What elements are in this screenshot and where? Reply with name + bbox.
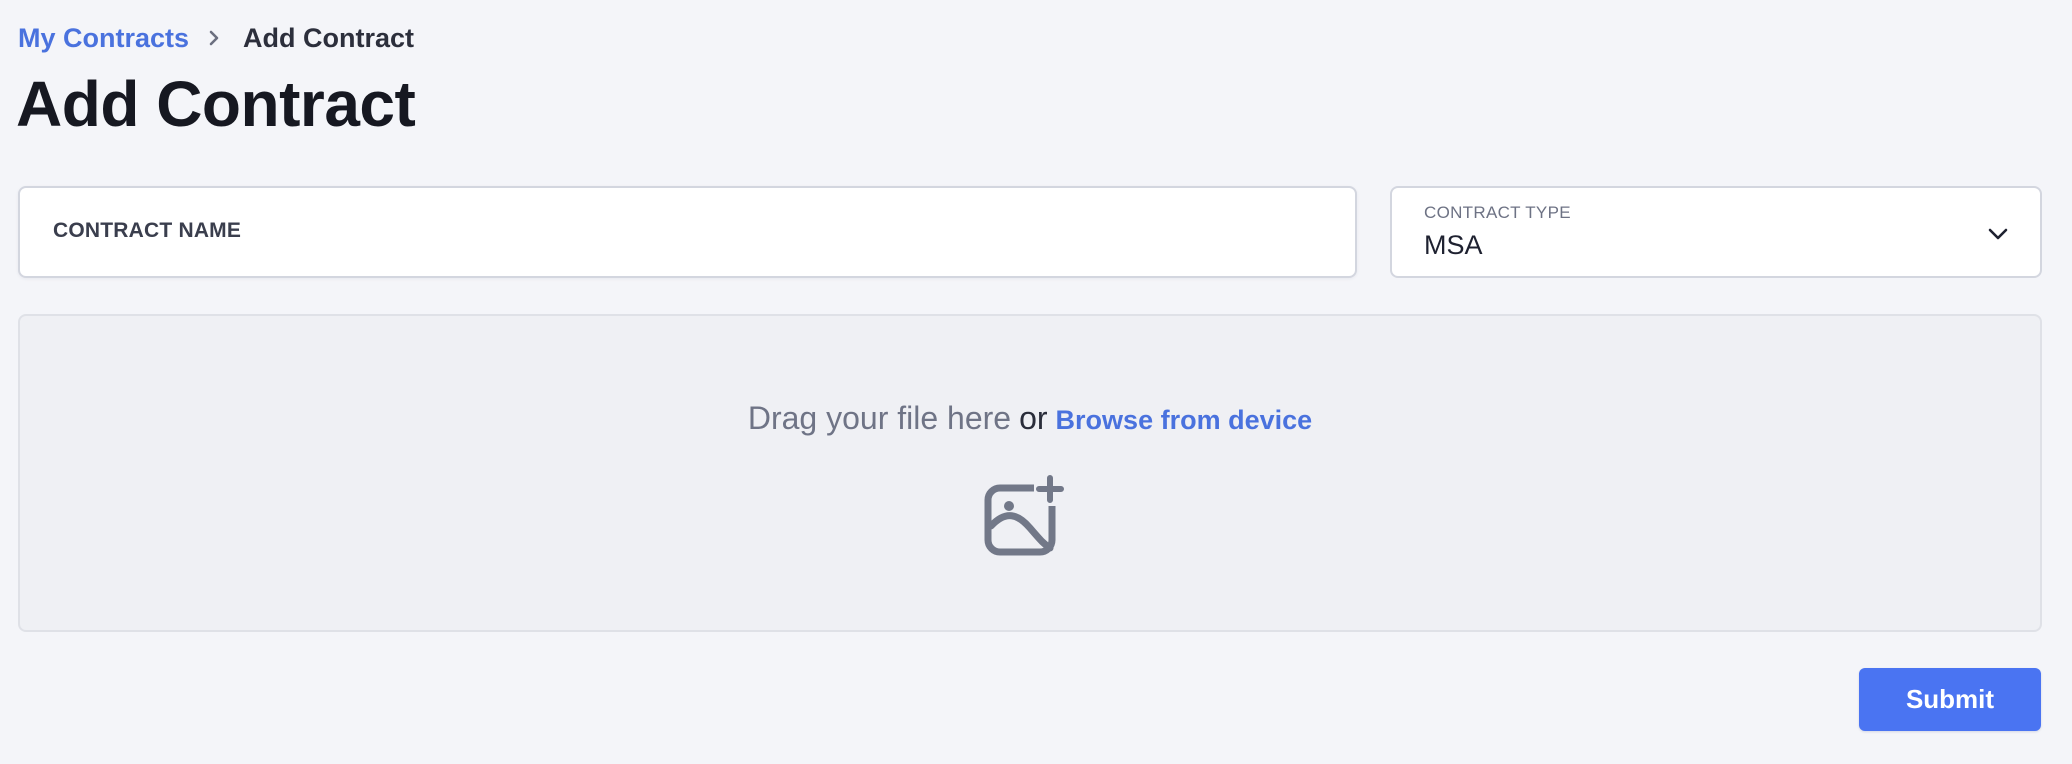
contract-name-input[interactable]: [20, 188, 1355, 276]
breadcrumb-current: Add Contract: [243, 22, 415, 53]
chevron-down-icon[interactable]: [1986, 222, 2010, 246]
contract-name-field[interactable]: CONTRACT NAME: [18, 186, 1357, 278]
add-image-icon[interactable]: [982, 474, 1066, 558]
dropzone-text: Drag your file here or Browse from device: [20, 398, 2040, 440]
file-dropzone[interactable]: Drag your file here or Browse from device: [18, 314, 2042, 632]
contract-type-label: CONTRACT TYPE: [1424, 203, 1571, 222]
breadcrumb-link-my-contracts[interactable]: My Contracts: [18, 23, 189, 54]
breadcrumb: My Contracts Add Contract: [18, 20, 414, 56]
dropzone-or: or: [1019, 400, 1048, 436]
browse-from-device-link[interactable]: Browse from device: [1056, 405, 1313, 435]
chevron-right-icon: [207, 29, 221, 47]
submit-button[interactable]: Submit: [1859, 668, 2041, 731]
contract-type-select[interactable]: CONTRACT TYPE MSA: [1390, 186, 2042, 278]
page-title: Add Contract: [16, 68, 416, 140]
dropzone-prompt: Drag your file here: [747, 400, 1012, 436]
contract-type-value: MSA: [1424, 230, 1483, 260]
